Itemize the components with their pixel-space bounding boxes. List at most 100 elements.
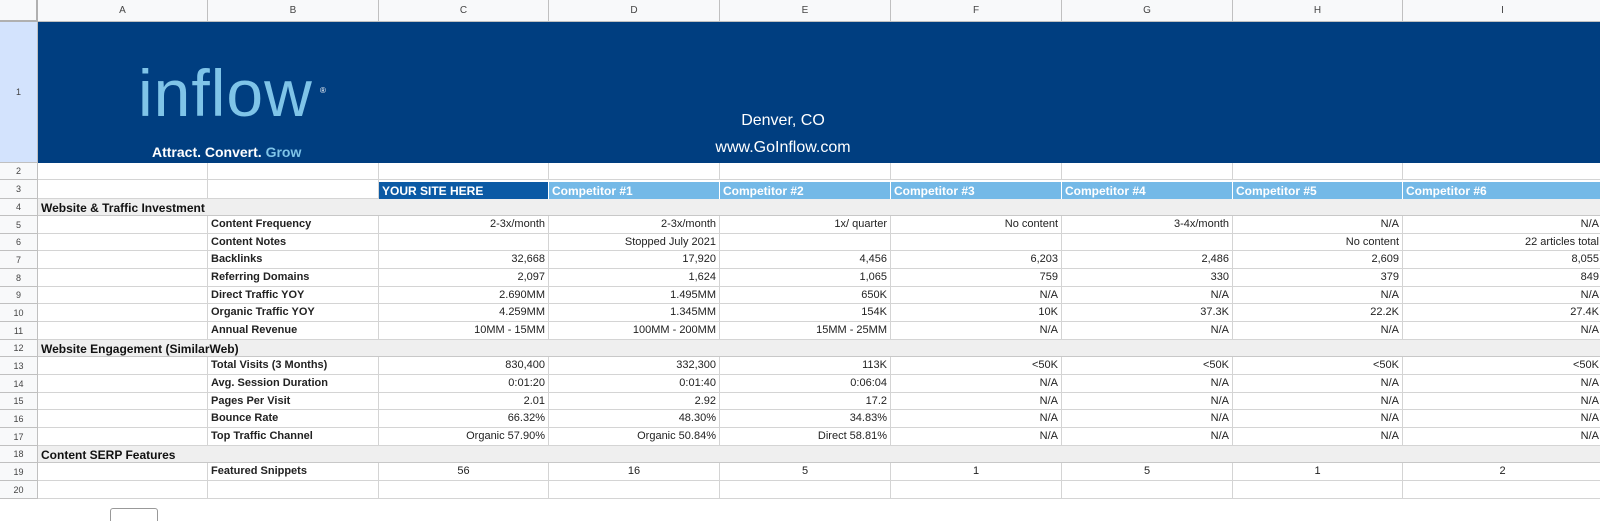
- engagement-value-3-3[interactable]: N/A: [891, 410, 1062, 428]
- engagement-value-1-4[interactable]: N/A: [1062, 375, 1233, 393]
- traffic-value-5-2[interactable]: 154K: [720, 304, 891, 322]
- engagement-value-1-2[interactable]: 0:06:04: [720, 375, 891, 393]
- traffic-value-5-5[interactable]: 22.2K: [1233, 304, 1403, 322]
- section-engagement[interactable]: Website Engagement (SimilarWeb): [38, 340, 1600, 357]
- engagement-value-0-4[interactable]: <50K: [1062, 357, 1233, 375]
- engagement-value-0-2[interactable]: 113K: [720, 357, 891, 375]
- traffic-label-2[interactable]: Backlinks: [208, 251, 379, 269]
- cell-b2[interactable]: [208, 163, 379, 180]
- cell-h20[interactable]: [1233, 481, 1403, 499]
- traffic-label-0[interactable]: Content Frequency: [208, 216, 379, 234]
- traffic-value-6-3[interactable]: N/A: [891, 322, 1062, 340]
- traffic-value-4-6[interactable]: N/A: [1403, 287, 1600, 304]
- row-header-16[interactable]: 16: [0, 410, 38, 428]
- traffic-value-2-2[interactable]: 4,456: [720, 251, 891, 269]
- traffic-value-0-0[interactable]: 2-3x/month: [379, 216, 549, 234]
- row-header-6[interactable]: 6: [0, 234, 38, 251]
- row-header-11[interactable]: 11: [0, 322, 38, 340]
- traffic-label-5[interactable]: Organic Traffic YOY: [208, 304, 379, 322]
- traffic-value-4-2[interactable]: 650K: [720, 287, 891, 304]
- cell-c2[interactable]: [379, 163, 549, 180]
- engagement-value-3-2[interactable]: 34.83%: [720, 410, 891, 428]
- traffic-label-6[interactable]: Annual Revenue: [208, 322, 379, 340]
- cell-h2[interactable]: [1233, 163, 1403, 180]
- column-header-e[interactable]: E: [720, 0, 891, 22]
- traffic-label-3[interactable]: Referring Domains: [208, 269, 379, 287]
- cell-e20[interactable]: [720, 481, 891, 499]
- cell-i2[interactable]: [1403, 163, 1600, 180]
- engagement-blank-1[interactable]: [38, 375, 208, 393]
- competitor-header-5[interactable]: Competitor #5: [1233, 182, 1403, 200]
- competitor-header-3[interactable]: Competitor #3: [891, 182, 1062, 200]
- banner-cell[interactable]: inflow ® Attract. Convert. Grow Denver, …: [38, 22, 1600, 163]
- engagement-value-1-6[interactable]: N/A: [1403, 375, 1600, 393]
- engagement-value-4-1[interactable]: Organic 50.84%: [549, 428, 720, 446]
- serp-value-0-5[interactable]: 1: [1233, 463, 1403, 481]
- traffic-blank-4[interactable]: [38, 287, 208, 304]
- row-header-14[interactable]: 14: [0, 375, 38, 393]
- cell-g20[interactable]: [1062, 481, 1233, 499]
- engagement-value-4-4[interactable]: N/A: [1062, 428, 1233, 446]
- engagement-value-2-1[interactable]: 2.92: [549, 393, 720, 410]
- row-header-1[interactable]: 1: [0, 22, 38, 163]
- your-site-header[interactable]: YOUR SITE HERE: [379, 182, 549, 200]
- cell-a2[interactable]: [38, 163, 208, 180]
- column-header-d[interactable]: D: [549, 0, 720, 22]
- cell-f2[interactable]: [891, 163, 1062, 180]
- engagement-value-2-0[interactable]: 2.01: [379, 393, 549, 410]
- traffic-value-5-6[interactable]: 27.4K: [1403, 304, 1600, 322]
- engagement-value-2-2[interactable]: 17.2: [720, 393, 891, 410]
- competitor-header-2[interactable]: Competitor #2: [720, 182, 891, 200]
- traffic-value-0-5[interactable]: N/A: [1233, 216, 1403, 234]
- engagement-label-0[interactable]: Total Visits (3 Months): [208, 357, 379, 375]
- column-header-g[interactable]: G: [1062, 0, 1233, 22]
- column-header-b[interactable]: B: [208, 0, 379, 22]
- engagement-value-4-0[interactable]: Organic 57.90%: [379, 428, 549, 446]
- row-header-7[interactable]: 7: [0, 251, 38, 269]
- engagement-blank-2[interactable]: [38, 393, 208, 410]
- traffic-value-1-4[interactable]: [1062, 234, 1233, 251]
- row-header-5[interactable]: 5: [0, 216, 38, 234]
- traffic-value-0-4[interactable]: 3-4x/month: [1062, 216, 1233, 234]
- traffic-label-1[interactable]: Content Notes: [208, 234, 379, 251]
- traffic-value-3-2[interactable]: 1,065: [720, 269, 891, 287]
- engagement-label-2[interactable]: Pages Per Visit: [208, 393, 379, 410]
- section-traffic-investment[interactable]: Website & Traffic Investment: [38, 199, 1600, 216]
- traffic-value-3-6[interactable]: 849: [1403, 269, 1600, 287]
- traffic-value-1-5[interactable]: No content: [1233, 234, 1403, 251]
- serp-value-0-3[interactable]: 1: [891, 463, 1062, 481]
- engagement-label-4[interactable]: Top Traffic Channel: [208, 428, 379, 446]
- competitor-header-1[interactable]: Competitor #1: [549, 182, 720, 200]
- engagement-blank-4[interactable]: [38, 428, 208, 446]
- serp-value-0-4[interactable]: 5: [1062, 463, 1233, 481]
- row-header-10[interactable]: 10: [0, 304, 38, 322]
- traffic-value-4-5[interactable]: N/A: [1233, 287, 1403, 304]
- column-header-f[interactable]: F: [891, 0, 1062, 22]
- row-header-3[interactable]: 3: [0, 180, 38, 199]
- row-header-20[interactable]: 20: [0, 481, 38, 499]
- traffic-blank-1[interactable]: [38, 234, 208, 251]
- spreadsheet[interactable]: ABCDEFGHI 1 2 3 4 5 6 7 8 9 10 11 12 13 14 15 16 17 18 19 2…: [0, 0, 1600, 521]
- engagement-label-1[interactable]: Avg. Session Duration: [208, 375, 379, 393]
- traffic-value-0-6[interactable]: N/A: [1403, 216, 1600, 234]
- cell-g2[interactable]: [1062, 163, 1233, 180]
- row-header-17[interactable]: 17: [0, 428, 38, 446]
- traffic-value-4-0[interactable]: 2.690MM: [379, 287, 549, 304]
- traffic-value-4-1[interactable]: 1.495MM: [549, 287, 720, 304]
- cell-c20[interactable]: [379, 481, 549, 499]
- engagement-blank-3[interactable]: [38, 410, 208, 428]
- traffic-value-2-4[interactable]: 2,486: [1062, 251, 1233, 269]
- traffic-value-1-6[interactable]: 22 articles total: [1403, 234, 1600, 251]
- engagement-value-3-6[interactable]: N/A: [1403, 410, 1600, 428]
- traffic-value-5-4[interactable]: 37.3K: [1062, 304, 1233, 322]
- row-header-2[interactable]: 2: [0, 163, 38, 180]
- section-serp-features[interactable]: Content SERP Features: [38, 446, 1600, 463]
- engagement-value-0-5[interactable]: <50K: [1233, 357, 1403, 375]
- traffic-value-3-3[interactable]: 759: [891, 269, 1062, 287]
- engagement-value-0-6[interactable]: <50K: [1403, 357, 1600, 375]
- traffic-blank-2[interactable]: [38, 251, 208, 269]
- engagement-value-0-1[interactable]: 332,300: [549, 357, 720, 375]
- traffic-value-2-0[interactable]: 32,668: [379, 251, 549, 269]
- column-header-i[interactable]: I: [1403, 0, 1600, 22]
- traffic-value-0-3[interactable]: No content: [891, 216, 1062, 234]
